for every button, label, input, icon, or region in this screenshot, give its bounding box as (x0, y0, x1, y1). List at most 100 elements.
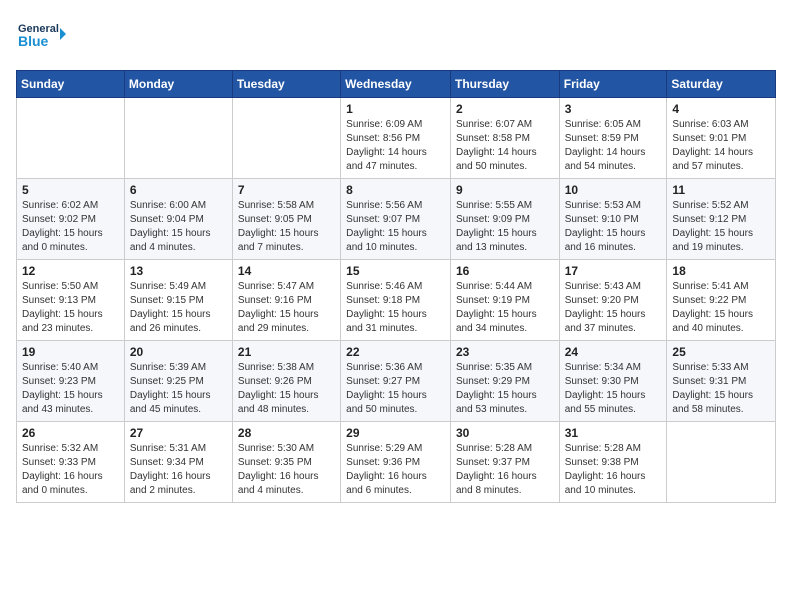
day-cell: 31 Sunrise: 5:28 AMSunset: 9:38 PMDayligh… (559, 422, 667, 503)
day-detail: Sunrise: 5:28 AMSunset: 9:38 PMDaylight:… (565, 442, 662, 498)
day-number: 17 (565, 264, 662, 278)
day-cell: 19 Sunrise: 5:40 AMSunset: 9:23 PMDayligh… (17, 341, 125, 422)
day-cell: 11Sunrise: 5:52 AMSunset: 9:12 PMDayligh… (667, 179, 776, 260)
logo-svg: General Blue (16, 16, 66, 58)
day-cell: 2 Sunrise: 6:07 AMSunset: 8:58 PMDaylight… (450, 98, 559, 179)
day-cell: 23 Sunrise: 5:35 AMSunset: 9:29 PMDayligh… (450, 341, 559, 422)
day-number: 9 (456, 183, 554, 197)
day-cell (667, 422, 776, 503)
day-detail: Sunrise: 5:36 AMSunset: 9:27 PMDaylight:… (346, 361, 445, 417)
day-detail: Sunrise: 6:03 AMSunset: 9:01 PMDaylight:… (672, 118, 770, 174)
day-cell: 8 Sunrise: 5:56 AMSunset: 9:07 PMDaylight… (341, 179, 451, 260)
day-number: 16 (456, 264, 554, 278)
day-cell: 21Sunrise: 5:38 AMSunset: 9:26 PMDayligh… (232, 341, 340, 422)
day-number: 1 (346, 102, 445, 116)
day-number: 31 (565, 426, 662, 440)
day-cell: 22 Sunrise: 5:36 AMSunset: 9:27 PMDayligh… (341, 341, 451, 422)
day-number: 14 (238, 264, 335, 278)
day-detail: Sunrise: 5:40 AMSunset: 9:23 PMDaylight:… (22, 361, 119, 417)
day-cell: 16 Sunrise: 5:44 AMSunset: 9:19 PMDayligh… (450, 260, 559, 341)
day-cell: 9Sunrise: 5:55 AMSunset: 9:09 PMDaylight… (450, 179, 559, 260)
day-detail: Sunrise: 5:41 AMSunset: 9:22 PMDaylight:… (672, 280, 770, 336)
day-number: 23 (456, 345, 554, 359)
day-detail: Sunrise: 5:34 AMSunset: 9:30 PMDaylight:… (565, 361, 662, 417)
day-detail: Sunrise: 5:53 AMSunset: 9:10 PMDaylight:… (565, 199, 662, 255)
day-number: 20 (130, 345, 227, 359)
day-cell: 4 Sunrise: 6:03 AMSunset: 9:01 PMDaylight… (667, 98, 776, 179)
weekday-header-row: SundayMondayTuesdayWednesdayThursdayFrid… (17, 71, 776, 98)
day-detail: Sunrise: 5:33 AMSunset: 9:31 PMDaylight:… (672, 361, 770, 417)
day-cell: 18 Sunrise: 5:41 AMSunset: 9:22 PMDayligh… (667, 260, 776, 341)
logo: General Blue (16, 16, 66, 58)
day-number: 11 (672, 183, 770, 197)
page-header: General Blue (16, 16, 776, 58)
day-number: 24 (565, 345, 662, 359)
week-row-4: 19 Sunrise: 5:40 AMSunset: 9:23 PMDayligh… (17, 341, 776, 422)
weekday-friday: Friday (559, 71, 667, 98)
day-cell: 17 Sunrise: 5:43 AMSunset: 9:20 PMDayligh… (559, 260, 667, 341)
day-detail: Sunrise: 5:44 AMSunset: 9:19 PMDaylight:… (456, 280, 554, 336)
svg-text:Blue: Blue (18, 33, 49, 49)
day-detail: Sunrise: 5:39 AMSunset: 9:25 PMDaylight:… (130, 361, 227, 417)
day-number: 2 (456, 102, 554, 116)
day-cell: 24 Sunrise: 5:34 AMSunset: 9:30 PMDayligh… (559, 341, 667, 422)
day-number: 10 (565, 183, 662, 197)
calendar-body: 1 Sunrise: 6:09 AMSunset: 8:56 PMDaylight… (17, 98, 776, 503)
day-detail: Sunrise: 5:46 AMSunset: 9:18 PMDaylight:… (346, 280, 445, 336)
day-number: 26 (22, 426, 119, 440)
weekday-saturday: Saturday (667, 71, 776, 98)
day-number: 29 (346, 426, 445, 440)
day-number: 22 (346, 345, 445, 359)
day-cell: 26 Sunrise: 5:32 AMSunset: 9:33 PMDayligh… (17, 422, 125, 503)
day-detail: Sunrise: 6:02 AMSunset: 9:02 PMDaylight:… (22, 199, 119, 255)
day-cell (124, 98, 232, 179)
day-number: 25 (672, 345, 770, 359)
day-number: 7 (238, 183, 335, 197)
day-cell: 13 Sunrise: 5:49 AMSunset: 9:15 PMDayligh… (124, 260, 232, 341)
day-cell: 15Sunrise: 5:46 AMSunset: 9:18 PMDayligh… (341, 260, 451, 341)
day-detail: Sunrise: 6:07 AMSunset: 8:58 PMDaylight:… (456, 118, 554, 174)
day-detail: Sunrise: 6:09 AMSunset: 8:56 PMDaylight:… (346, 118, 445, 174)
day-number: 3 (565, 102, 662, 116)
day-detail: Sunrise: 5:31 AMSunset: 9:34 PMDaylight:… (130, 442, 227, 498)
calendar-table: SundayMondayTuesdayWednesdayThursdayFrid… (16, 70, 776, 503)
day-number: 18 (672, 264, 770, 278)
day-cell: 14Sunrise: 5:47 AMSunset: 9:16 PMDayligh… (232, 260, 340, 341)
day-detail: Sunrise: 5:30 AMSunset: 9:35 PMDaylight:… (238, 442, 335, 498)
day-number: 27 (130, 426, 227, 440)
day-detail: Sunrise: 5:32 AMSunset: 9:33 PMDaylight:… (22, 442, 119, 498)
day-number: 12 (22, 264, 119, 278)
day-cell: 20 Sunrise: 5:39 AMSunset: 9:25 PMDayligh… (124, 341, 232, 422)
day-detail: Sunrise: 5:49 AMSunset: 9:15 PMDaylight:… (130, 280, 227, 336)
calendar-header: SundayMondayTuesdayWednesdayThursdayFrid… (17, 71, 776, 98)
day-number: 13 (130, 264, 227, 278)
weekday-thursday: Thursday (450, 71, 559, 98)
day-detail: Sunrise: 5:43 AMSunset: 9:20 PMDaylight:… (565, 280, 662, 336)
day-cell: 1 Sunrise: 6:09 AMSunset: 8:56 PMDaylight… (341, 98, 451, 179)
day-detail: Sunrise: 5:29 AMSunset: 9:36 PMDaylight:… (346, 442, 445, 498)
day-number: 19 (22, 345, 119, 359)
week-row-2: 5Sunrise: 6:02 AMSunset: 9:02 PMDaylight… (17, 179, 776, 260)
day-number: 30 (456, 426, 554, 440)
day-number: 8 (346, 183, 445, 197)
day-cell: 27 Sunrise: 5:31 AMSunset: 9:34 PMDayligh… (124, 422, 232, 503)
day-cell: 25 Sunrise: 5:33 AMSunset: 9:31 PMDayligh… (667, 341, 776, 422)
day-detail: Sunrise: 6:00 AMSunset: 9:04 PMDaylight:… (130, 199, 227, 255)
day-cell: 30 Sunrise: 5:28 AMSunset: 9:37 PMDayligh… (450, 422, 559, 503)
day-detail: Sunrise: 5:56 AMSunset: 9:07 PMDaylight:… (346, 199, 445, 255)
day-detail: Sunrise: 5:35 AMSunset: 9:29 PMDaylight:… (456, 361, 554, 417)
day-detail: Sunrise: 5:38 AMSunset: 9:26 PMDaylight:… (238, 361, 335, 417)
week-row-5: 26 Sunrise: 5:32 AMSunset: 9:33 PMDayligh… (17, 422, 776, 503)
weekday-monday: Monday (124, 71, 232, 98)
weekday-sunday: Sunday (17, 71, 125, 98)
weekday-tuesday: Tuesday (232, 71, 340, 98)
day-number: 4 (672, 102, 770, 116)
day-number: 6 (130, 183, 227, 197)
day-cell: 6 Sunrise: 6:00 AMSunset: 9:04 PMDaylight… (124, 179, 232, 260)
day-number: 28 (238, 426, 335, 440)
day-detail: Sunrise: 6:05 AMSunset: 8:59 PMDaylight:… (565, 118, 662, 174)
day-cell: 10 Sunrise: 5:53 AMSunset: 9:10 PMDayligh… (559, 179, 667, 260)
week-row-3: 12Sunrise: 5:50 AMSunset: 9:13 PMDayligh… (17, 260, 776, 341)
day-detail: Sunrise: 5:28 AMSunset: 9:37 PMDaylight:… (456, 442, 554, 498)
week-row-1: 1 Sunrise: 6:09 AMSunset: 8:56 PMDaylight… (17, 98, 776, 179)
